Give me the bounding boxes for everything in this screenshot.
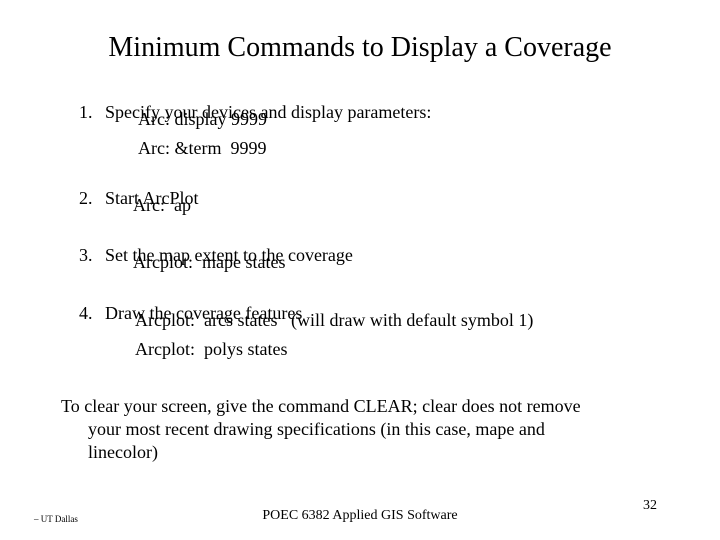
- command-line: Arcplot: polys states: [135, 339, 288, 359]
- command-line: Arcplot: arcs states (will draw with def…: [135, 310, 534, 330]
- note-line: your most recent drawing specifications …: [88, 419, 545, 439]
- step-number: 1.: [79, 102, 93, 122]
- page-number: 32: [643, 498, 657, 513]
- step-number: 4.: [79, 303, 93, 323]
- footer-course: POEC 6382 Applied GIS Software: [262, 508, 458, 523]
- note-line: To clear your screen, give the command C…: [61, 396, 581, 416]
- step-number: 3.: [79, 245, 93, 265]
- command-line: Arc: &term 9999: [138, 138, 267, 158]
- clear-note: To clear your screen, give the command C…: [61, 395, 671, 464]
- slide-title: Minimum Commands to Display a Coverage: [108, 32, 612, 63]
- command-line: Arc: display 9999: [138, 109, 267, 129]
- command-line: Arc: ap: [133, 195, 191, 215]
- step-number: 2.: [79, 188, 93, 208]
- note-line: linecolor): [88, 442, 158, 462]
- command-line: Arcplot: mape states: [133, 252, 286, 272]
